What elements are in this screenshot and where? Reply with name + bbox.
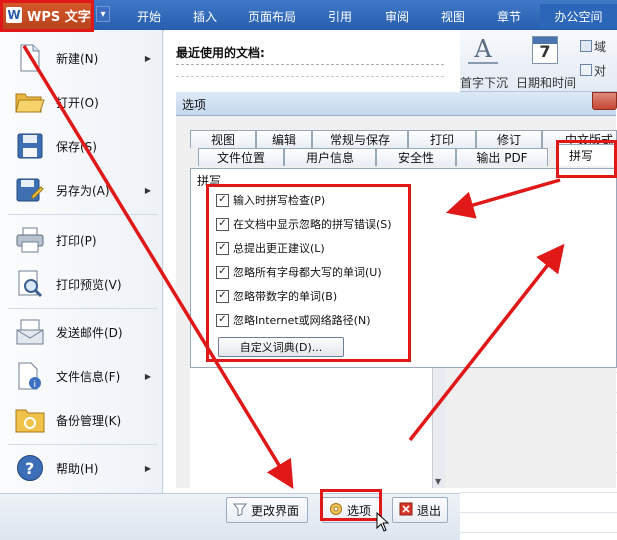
tab-view-options[interactable]: 视图 <box>190 130 256 148</box>
submenu-arrow-icon: ▶ <box>144 371 151 381</box>
calendar-icon[interactable]: 7 <box>532 36 558 64</box>
tab-export-pdf[interactable]: 输出 PDF <box>456 148 548 166</box>
tab-print-options[interactable]: 打印 <box>408 130 476 148</box>
change-ui-button[interactable]: 更改界面 <box>226 497 308 523</box>
svg-text:i: i <box>34 380 37 390</box>
change-ui-label: 更改界面 <box>251 503 300 518</box>
dialog-scroll-area <box>190 368 432 488</box>
annotation-box-spelling-options <box>206 184 411 362</box>
exit-label: 退出 <box>417 503 442 518</box>
recent-documents-title: 最近使用的文档: <box>176 46 265 60</box>
printer-icon <box>14 225 46 255</box>
tab-insert[interactable]: 插入 <box>180 4 230 28</box>
drop-cap-icon[interactable]: A <box>468 35 498 64</box>
annotation-box-app-menu <box>0 0 94 32</box>
menu-label-help: 帮助(H) <box>56 461 99 476</box>
tab-file-locations[interactable]: 文件位置 <box>198 148 284 166</box>
menu-label-save: 保存(S) <box>56 139 97 154</box>
submenu-arrow-icon: ▶ <box>144 185 151 195</box>
tab-chapter[interactable]: 章节 <box>486 4 532 28</box>
print-preview-icon <box>14 269 46 299</box>
menu-item-new[interactable]: 新建(N) ▶ <box>0 36 163 80</box>
object-label[interactable]: 对 <box>594 62 606 79</box>
menu-item-help[interactable]: ? 帮助(H) ▶ <box>0 446 163 490</box>
submenu-arrow-icon: ▶ <box>144 53 151 63</box>
menu-item-send-mail[interactable]: 发送邮件(D) <box>0 310 163 354</box>
recent-divider <box>176 64 444 65</box>
annotation-box-spelling-tab <box>556 140 617 178</box>
menu-label-open: 打开(O) <box>56 95 99 110</box>
save-disk-icon <box>14 131 46 161</box>
tab-references[interactable]: 引用 <box>318 4 362 28</box>
tab-revision[interactable]: 修订 <box>476 130 542 148</box>
tab-edit-options[interactable]: 编辑 <box>256 130 312 148</box>
menu-label-send-mail: 发送邮件(D) <box>56 325 123 340</box>
backup-folder-icon <box>14 405 46 435</box>
annotation-box-options-button <box>320 489 382 521</box>
tab-page-layout[interactable]: 页面布局 <box>240 4 304 28</box>
menu-separator <box>8 214 158 215</box>
new-document-icon <box>14 43 46 73</box>
send-mail-icon <box>14 317 46 347</box>
field-label[interactable]: 域 <box>594 38 606 55</box>
submenu-arrow-icon: ▶ <box>144 463 151 473</box>
exit-icon <box>399 502 413 519</box>
menu-label-file-info: 文件信息(F) <box>56 369 121 384</box>
menu-label-backup: 备份管理(K) <box>56 413 122 428</box>
menu-item-print[interactable]: 打印(P) <box>0 218 163 262</box>
change-ui-icon <box>232 502 248 519</box>
tab-office-space[interactable]: 办公空间 <box>540 4 617 28</box>
date-time-label[interactable]: 日期和时间 <box>516 74 576 91</box>
save-as-icon <box>14 175 46 205</box>
open-folder-icon <box>14 87 46 117</box>
menu-item-save[interactable]: 保存(S) <box>0 124 163 168</box>
options-dialog-titlebar[interactable] <box>176 92 616 116</box>
options-dialog-title: 选项 <box>182 98 207 112</box>
menu-item-open[interactable]: 打开(O) <box>0 80 163 124</box>
exit-button[interactable]: 退出 <box>392 497 448 523</box>
menu-label-new: 新建(N) <box>56 51 99 66</box>
tab-user-info[interactable]: 用户信息 <box>284 148 376 166</box>
scroll-down-icon[interactable]: ▼ <box>435 477 441 486</box>
menu-label-print-preview: 打印预览(V) <box>56 277 122 292</box>
menu-separator <box>8 308 158 309</box>
menu-separator <box>8 444 158 445</box>
menu-item-save-as[interactable]: 另存为(A) ▶ <box>0 168 163 212</box>
dialog-scrollbar[interactable]: ▼ <box>432 368 446 488</box>
tab-start[interactable]: 开始 <box>124 4 174 28</box>
svg-text:?: ? <box>25 459 34 478</box>
menu-item-file-info[interactable]: i 文件信息(F) ▶ <box>0 354 163 398</box>
menu-item-print-preview[interactable]: 打印预览(V) <box>0 262 163 306</box>
field-icon[interactable] <box>580 40 592 52</box>
menu-item-backup[interactable]: 备份管理(K) <box>0 398 163 442</box>
recent-divider <box>176 76 444 77</box>
mouse-cursor-icon <box>376 512 390 532</box>
object-icon[interactable] <box>580 64 592 76</box>
tab-review[interactable]: 审阅 <box>374 4 420 28</box>
app-menu-dropdown-icon[interactable]: ▾ <box>96 6 110 22</box>
help-icon: ? <box>14 453 46 483</box>
tab-view[interactable]: 视图 <box>430 4 476 28</box>
file-info-icon: i <box>14 361 46 391</box>
drop-cap-label[interactable]: 首字下沉 <box>460 74 508 91</box>
tab-general-save[interactable]: 常规与保存 <box>312 130 408 148</box>
menu-label-save-as: 另存为(A) <box>56 183 110 198</box>
menu-label-print: 打印(P) <box>56 233 97 248</box>
dialog-close-button[interactable] <box>592 92 617 110</box>
tab-security[interactable]: 安全性 <box>376 148 456 166</box>
